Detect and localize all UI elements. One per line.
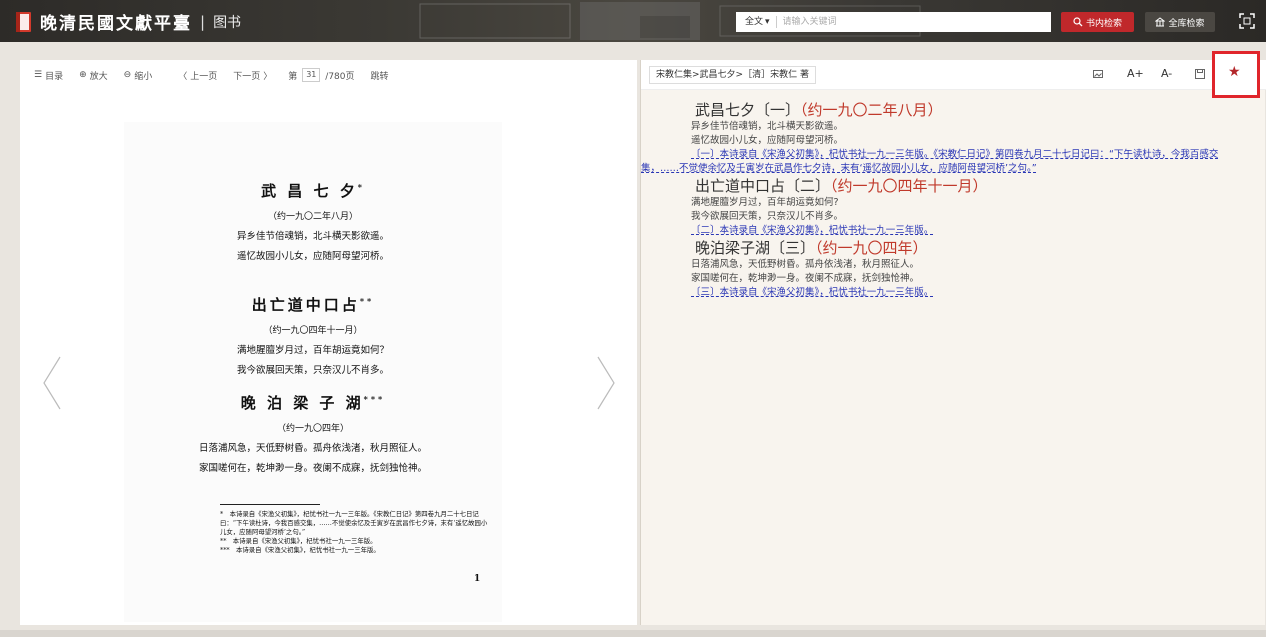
horizontal-scrollbar[interactable]: [0, 630, 1266, 637]
goto-page-button[interactable]: 跳转: [371, 69, 389, 82]
poem-date: （约一九〇四年十一月）: [830, 177, 988, 195]
caret-down-icon: ▾: [765, 17, 770, 27]
site-title: 晚清民國文獻平臺: [40, 14, 192, 34]
scan-poem-2: 出亡道中口占** （约一九〇四年十一月） 满地腥膻岁月过，百年胡运竟如何？ 我今…: [236, 296, 389, 376]
section-label: 图书: [213, 14, 242, 31]
footnote-link[interactable]: 〔三〕本诗录自《宋渔父初集》，杞忧书社一九一三年版。: [691, 286, 1233, 300]
next-page-button[interactable]: 下一页 〉: [233, 69, 272, 82]
page-number-input[interactable]: 31: [302, 68, 321, 82]
zoom-in-icon: ⊕: [79, 70, 87, 80]
chevron-left-icon: 〈: [178, 71, 188, 82]
poem-date: （约一九〇二年八月）: [800, 101, 943, 119]
zoom-in-button[interactable]: ⊕ 放大: [79, 69, 108, 82]
toc-button[interactable]: ☰ 目录: [34, 69, 63, 82]
transcribed-text: 武昌七夕〔一〕（约一九〇二年八月） 异乡佳节倍魂销，北斗横天影欲遥。 遥忆故园小…: [641, 100, 1233, 300]
poem-title: 出亡道中口占〔二〕: [695, 177, 831, 195]
title-separator: |: [200, 12, 206, 31]
prev-page-arrow-icon[interactable]: [42, 355, 62, 411]
zoom-out-icon: ⊖: [123, 70, 132, 80]
prev-page-button[interactable]: 〈 上一页: [178, 69, 217, 82]
page-area: 武 昌 七 夕* （约一九〇二年八月） 异乡佳节倍魂销，北斗横天影欲遥。 遥忆故…: [20, 100, 637, 625]
scan-poem-1: 武 昌 七 夕* （约一九〇二年八月） 异乡佳节倍魂销，北斗横天影欲遥。 遥忆故…: [236, 182, 389, 262]
list-icon: ☰: [34, 70, 43, 80]
text-toolbar: 宋教仁集>武昌七夕>［清］宋教仁 著 A+ A- ★: [641, 51, 1266, 98]
search-all-button[interactable]: 全库检索: [1145, 12, 1215, 32]
chevron-right-icon: 〉: [263, 71, 273, 82]
footnote-link[interactable]: 〔一〕本诗录自《宋渔父初集》，杞忧书社一九一三年版。《宋教仁日记》第四卷九月二十…: [641, 148, 1233, 176]
image-view-icon[interactable]: [1093, 67, 1103, 82]
font-increase-button[interactable]: A+: [1127, 67, 1144, 80]
scanned-page: 武 昌 七 夕* （约一九〇二年八月） 异乡佳节倍魂销，北斗横天影欲遥。 遥忆故…: [124, 122, 502, 622]
search-input[interactable]: [776, 13, 1051, 31]
page-viewer-panel: ☰ 目录 ⊕ 放大 ⊖ 缩小 〈 上一页 下一页 〉 第 31 /780页 跳转: [20, 60, 637, 625]
footnote-rule: [220, 504, 320, 505]
search-type-select[interactable]: 全文 ▾: [736, 16, 777, 28]
text-poem-1: 武昌七夕〔一〕（约一九〇二年八月） 异乡佳节倍魂销，北斗横天影欲遥。 遥忆故园小…: [641, 100, 1233, 176]
footnote-link[interactable]: 〔二〕本诗录自《宋渔父初集》，杞忧书社一九一三年版。: [691, 224, 1233, 238]
viewer-toolbar: ☰ 目录 ⊕ 放大 ⊖ 缩小 〈 上一页 下一页 〉 第 31 /780页 跳转: [20, 60, 637, 90]
search-in-book-button[interactable]: 书内检索: [1061, 12, 1134, 32]
page-jump-group: 第 31 /780页: [288, 68, 355, 82]
zoom-out-button[interactable]: ⊖ 缩小: [124, 69, 153, 82]
book-logo-icon: [14, 11, 34, 33]
star-icon: ★: [1228, 64, 1241, 80]
save-icon[interactable]: [1195, 67, 1205, 82]
poem-date: （约一九〇四年）: [815, 239, 928, 257]
next-page-arrow-icon[interactable]: [596, 355, 616, 411]
scan-poem-3: 晚 泊 梁 子 湖*** （约一九〇四年） 日落浦风急，天低野树昏。孤舟依浅渚，…: [198, 394, 427, 474]
poem-title: 武昌七夕〔一〕: [695, 101, 801, 119]
scan-footnotes: * 本诗录自《宋渔父初集》，杞忧书社一九一三年版。《宋教仁日记》第四卷九月二十七…: [220, 510, 488, 554]
text-poem-3: 晚泊梁子湖〔三〕（约一九〇四年） 日落浦风急，天低野树昏。孤舟依浅渚，秋月照征人…: [671, 238, 1233, 300]
text-panel: 宋教仁集>武昌七夕>［清］宋教仁 著 A+ A- ★ 武昌七夕〔一〕（约一九〇二…: [640, 51, 1266, 625]
fullscreen-icon[interactable]: [1238, 12, 1256, 30]
text-poem-2: 出亡道中口占〔二〕（约一九〇四年十一月） 满地腥膻岁月过，百年胡运竟如何? 我今…: [671, 176, 1233, 238]
search-icon: [1073, 17, 1083, 27]
top-header: 晚清民國文獻平臺 | 图书 全文 ▾ 书内检索 全库检索: [0, 0, 1266, 42]
search-box: 全文 ▾: [736, 12, 1051, 32]
library-icon: [1155, 17, 1166, 27]
font-decrease-button[interactable]: A-: [1161, 67, 1172, 80]
page-total: /780页: [325, 71, 355, 82]
site-logo[interactable]: 晚清民國文獻平臺 | 图书: [14, 9, 241, 34]
favorite-button[interactable]: ★: [1212, 51, 1260, 98]
scan-page-number: 1: [474, 574, 481, 584]
page-prefix: 第: [288, 71, 298, 82]
breadcrumb[interactable]: 宋教仁集>武昌七夕>［清］宋教仁 著: [649, 66, 816, 84]
poem-title: 晚泊梁子湖〔三〕: [695, 239, 816, 257]
